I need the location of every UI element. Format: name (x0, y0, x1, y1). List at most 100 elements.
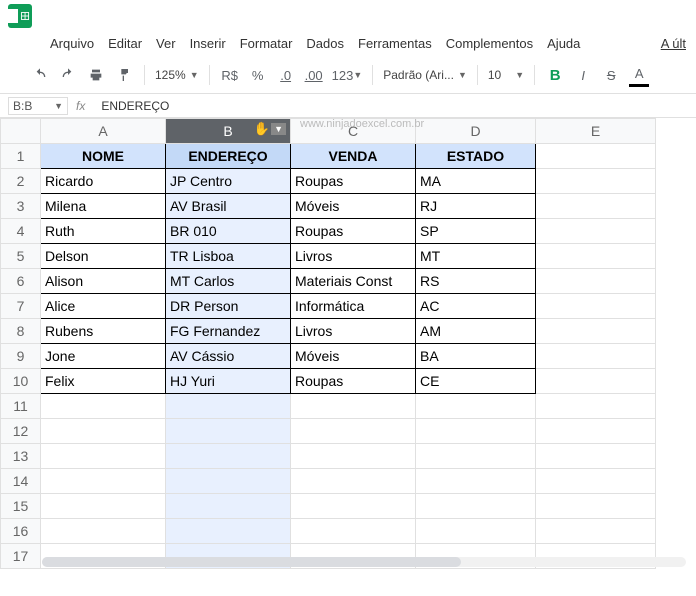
row-header[interactable]: 6 (1, 269, 41, 294)
row-header[interactable]: 14 (1, 469, 41, 494)
scrollbar-thumb[interactable] (42, 557, 461, 567)
increase-decimal-button[interactable]: .00 (304, 63, 324, 87)
cell[interactable] (416, 419, 536, 444)
decrease-decimal-button[interactable]: .0 (276, 63, 296, 87)
cell[interactable] (291, 519, 416, 544)
table-row[interactable]: 2RicardoJP CentroRoupasMA (1, 169, 656, 194)
row-header[interactable]: 16 (1, 519, 41, 544)
sheets-logo[interactable] (8, 4, 32, 28)
table-row[interactable]: 1 NOME ENDEREÇO VENDA ESTADO (1, 144, 656, 169)
cell[interactable]: CE (416, 369, 536, 394)
cell[interactable]: Livros (291, 244, 416, 269)
row-header[interactable]: 11 (1, 394, 41, 419)
cell[interactable]: Felix (41, 369, 166, 394)
table-row[interactable]: 10FelixHJ YuriRoupasCE (1, 369, 656, 394)
table-row[interactable]: 13 (1, 444, 656, 469)
bold-button[interactable]: B (545, 63, 565, 87)
cell[interactable]: Ruth (41, 219, 166, 244)
menu-ver[interactable]: Ver (156, 36, 176, 51)
cell[interactable]: BR 010 (166, 219, 291, 244)
cell[interactable]: Roupas (291, 169, 416, 194)
cell[interactable] (536, 269, 656, 294)
cell[interactable]: MA (416, 169, 536, 194)
paint-format-icon[interactable] (114, 63, 134, 87)
cell[interactable]: RJ (416, 194, 536, 219)
cell[interactable] (166, 494, 291, 519)
cell[interactable]: AC (416, 294, 536, 319)
cell[interactable]: Ricardo (41, 169, 166, 194)
cell[interactable] (291, 469, 416, 494)
cell[interactable]: HJ Yuri (166, 369, 291, 394)
row-header[interactable]: 9 (1, 344, 41, 369)
cell[interactable] (41, 469, 166, 494)
table-row[interactable]: 8RubensFG FernandezLivrosAM (1, 319, 656, 344)
italic-button[interactable]: I (573, 63, 593, 87)
table-row[interactable]: 3MilenaAV BrasilMóveisRJ (1, 194, 656, 219)
cell[interactable] (41, 444, 166, 469)
col-header-b[interactable]: B✋▼ (166, 119, 291, 144)
cell[interactable] (166, 469, 291, 494)
table-row[interactable]: 5DelsonTR LisboaLivrosMT (1, 244, 656, 269)
table-row[interactable]: 9JoneAV CássioMóveisBA (1, 344, 656, 369)
cell[interactable] (536, 394, 656, 419)
table-row[interactable]: 15 (1, 494, 656, 519)
cell[interactable] (166, 519, 291, 544)
cell[interactable] (416, 444, 536, 469)
cell[interactable]: Livros (291, 319, 416, 344)
cell[interactable]: Alice (41, 294, 166, 319)
cell[interactable]: RS (416, 269, 536, 294)
cell[interactable]: DR Person (166, 294, 291, 319)
col-header-e[interactable]: E (536, 119, 656, 144)
formula-input[interactable]: ENDEREÇO (93, 99, 169, 113)
row-header[interactable]: 5 (1, 244, 41, 269)
cell[interactable] (536, 194, 656, 219)
cell[interactable]: Móveis (291, 344, 416, 369)
cell[interactable]: NOME (41, 144, 166, 169)
col-dropdown-icon[interactable]: ▼ (271, 123, 286, 135)
cell[interactable] (166, 419, 291, 444)
cell[interactable] (536, 219, 656, 244)
table-row[interactable]: 7AliceDR PersonInformáticaAC (1, 294, 656, 319)
row-header[interactable]: 4 (1, 219, 41, 244)
cell[interactable]: Informática (291, 294, 416, 319)
row-header[interactable]: 7 (1, 294, 41, 319)
cell[interactable] (416, 519, 536, 544)
cell[interactable]: Rubens (41, 319, 166, 344)
row-header[interactable]: 10 (1, 369, 41, 394)
cell[interactable] (536, 519, 656, 544)
row-header[interactable]: 8 (1, 319, 41, 344)
name-box[interactable]: B:B▼ (8, 97, 68, 115)
cell[interactable]: MT Carlos (166, 269, 291, 294)
menu-inserir[interactable]: Inserir (190, 36, 226, 51)
cell[interactable] (536, 294, 656, 319)
last-edit-link[interactable]: A últ (661, 36, 686, 51)
menu-ferramentas[interactable]: Ferramentas (358, 36, 432, 51)
menu-arquivo[interactable]: Arquivo (50, 36, 94, 51)
percent-button[interactable]: % (248, 63, 268, 87)
cell[interactable] (536, 344, 656, 369)
cell[interactable] (41, 494, 166, 519)
table-row[interactable]: 6AlisonMT CarlosMateriais ConstRS (1, 269, 656, 294)
cell[interactable] (291, 494, 416, 519)
menu-formatar[interactable]: Formatar (240, 36, 293, 51)
cell[interactable]: FG Fernandez (166, 319, 291, 344)
cell[interactable]: AV Brasil (166, 194, 291, 219)
table-row[interactable]: 11 (1, 394, 656, 419)
cell[interactable]: ENDEREÇO (166, 144, 291, 169)
cell[interactable] (291, 394, 416, 419)
number-format-button[interactable]: 123▼ (332, 63, 363, 87)
cell[interactable]: MT (416, 244, 536, 269)
cell[interactable] (536, 244, 656, 269)
print-icon[interactable] (86, 63, 106, 87)
cell[interactable] (536, 144, 656, 169)
horizontal-scrollbar[interactable] (42, 557, 686, 567)
select-all-corner[interactable] (1, 119, 41, 144)
undo-icon[interactable] (30, 63, 50, 87)
redo-icon[interactable] (58, 63, 78, 87)
row-header[interactable]: 2 (1, 169, 41, 194)
cell[interactable]: TR Lisboa (166, 244, 291, 269)
fontsize-select[interactable]: 10▼ (488, 68, 524, 82)
cell[interactable]: Alison (41, 269, 166, 294)
table-row[interactable]: 16 (1, 519, 656, 544)
cell[interactable]: Móveis (291, 194, 416, 219)
